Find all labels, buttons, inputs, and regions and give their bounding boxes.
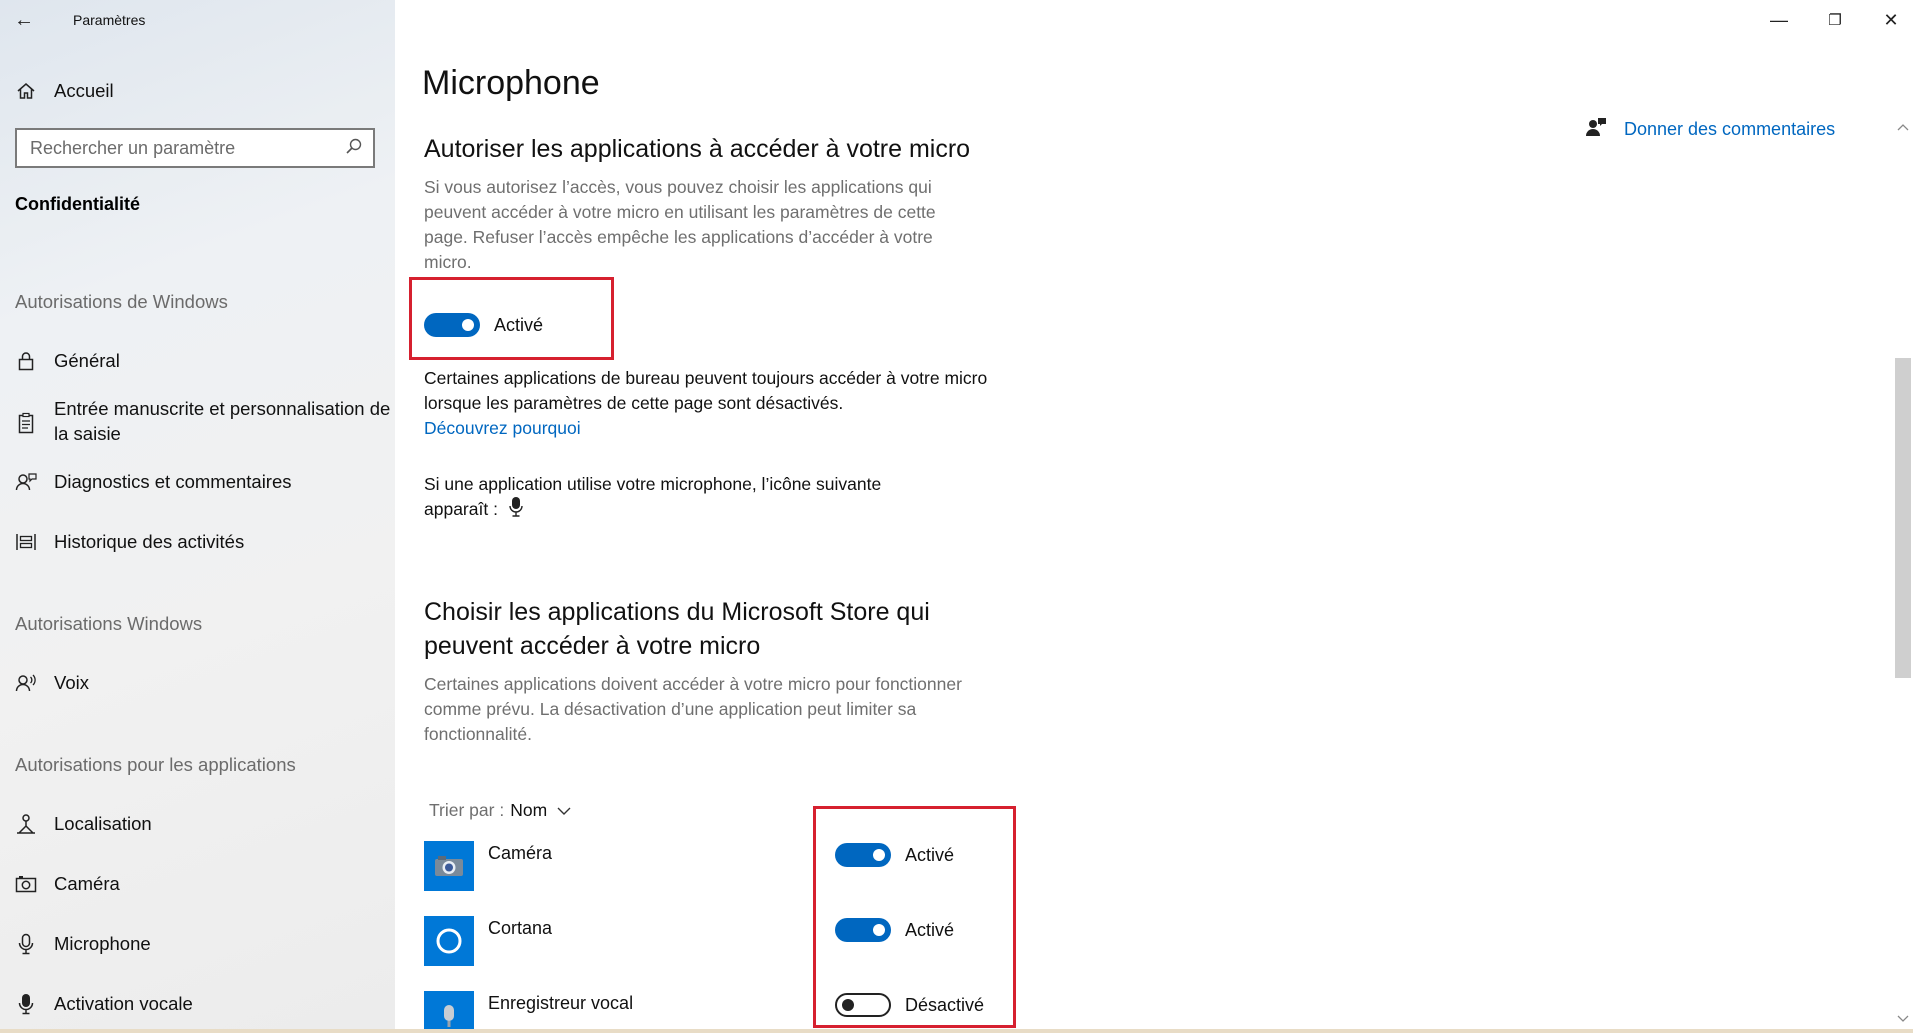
maximize-button[interactable]: ❐ (1807, 0, 1863, 40)
toggle-state-label: Activé (905, 919, 955, 940)
app-row-voice-recorder: Enregistreur vocal (424, 991, 633, 1033)
sidebar-item-general[interactable]: Général (0, 348, 395, 373)
camera-icon (13, 874, 39, 894)
group-title: Autorisations Windows (15, 613, 203, 634)
scroll-down-icon[interactable] (1897, 1010, 1909, 1028)
sidebar-item-inking[interactable]: Entrée manuscrite et personnalisation de… (0, 396, 395, 446)
chevron-down-icon (557, 800, 571, 821)
voice-recorder-icon (424, 991, 474, 1033)
search-icon[interactable] (345, 137, 363, 160)
microphone-indicator-icon (509, 497, 523, 524)
allow-section-description: Si vous autorisez l’accès, vous pouvez c… (424, 177, 936, 272)
sidebar-item-label: Général (54, 350, 120, 371)
minimize-button[interactable]: — (1751, 0, 1807, 40)
voice-activation-icon (13, 993, 39, 1015)
group-title: Autorisations pour les applications (15, 754, 296, 775)
location-icon (13, 813, 39, 835)
learn-why-link[interactable]: Découvrez pourquoi (424, 418, 581, 438)
back-button[interactable]: ← (0, 0, 48, 40)
app-row-camera: Caméra (424, 841, 552, 891)
sidebar-item-home[interactable]: Accueil (0, 78, 395, 103)
sidebar-item-label: Historique des activités (54, 531, 245, 552)
toggle-state-label: Désactivé (905, 994, 985, 1015)
minimize-icon: — (1770, 9, 1788, 30)
app-row-cortana: Cortana (424, 916, 552, 966)
sidebar-item-label: Activation vocale (54, 993, 193, 1014)
main-content: — ❐ ✕ Microphone Donner des commentaires… (395, 0, 1913, 1033)
camera-toggle-row: Activé (835, 843, 954, 867)
sidebar-item-label: Microphone (54, 933, 151, 954)
feedback-person-icon (1585, 116, 1607, 143)
sidebar-item-activity-history[interactable]: Historique des activités (0, 529, 395, 554)
app-title: Paramètres (73, 12, 146, 28)
app-name: Cortana (488, 918, 553, 938)
section-label: Confidentialité (15, 194, 140, 214)
search-box (15, 128, 375, 168)
home-icon (13, 81, 39, 101)
store-heading-line2: peuvent accéder à votre micro (424, 632, 761, 660)
voice-icon (13, 673, 39, 693)
close-button[interactable]: ✕ (1863, 0, 1913, 40)
sidebar-item-camera[interactable]: Caméra (0, 871, 395, 896)
title-bar: ← Paramètres (0, 0, 395, 40)
activity-history-icon (13, 532, 39, 552)
toggle-knob (873, 849, 885, 861)
search-input[interactable] (30, 137, 330, 159)
page-title: Microphone (422, 64, 600, 102)
sidebar-item-voice-activation[interactable]: Activation vocale (0, 991, 395, 1016)
toggle-knob (873, 924, 885, 936)
toggle-knob (842, 999, 854, 1011)
microphone-access-toggle[interactable] (424, 313, 480, 337)
sidebar-item-label: Voix (54, 672, 89, 693)
desktop-apps-note: Certaines applications de bureau peuvent… (424, 366, 994, 441)
sort-prefix: Trier par : (429, 800, 505, 820)
sidebar-item-diagnostics[interactable]: Diagnostics et commentaires (0, 469, 395, 494)
sort-dropdown[interactable]: Trier par : Nom (429, 800, 571, 821)
toggle-knob (462, 319, 474, 331)
feedback-link[interactable]: Donner des commentaires (1585, 116, 1835, 143)
scroll-up-icon[interactable] (1897, 118, 1909, 136)
sidebar-item-label: Localisation (54, 813, 152, 834)
taskbar-edge (0, 1029, 1913, 1033)
sidebar-item-microphone[interactable]: Microphone (0, 931, 395, 956)
lock-icon (13, 351, 39, 371)
cortana-toggle-row: Activé (835, 918, 954, 942)
mic-icon-note-text: Si une application utilise votre microph… (424, 474, 882, 520)
restore-icon: ❐ (1828, 12, 1842, 29)
sidebar-item-label: Diagnostics et commentaires (54, 471, 292, 492)
sidebar-item-label: Caméra (54, 873, 120, 894)
sidebar-item-location[interactable]: Localisation (0, 811, 395, 836)
clipboard-icon (13, 412, 39, 434)
scrollbar[interactable] (1893, 118, 1913, 1028)
sidebar-item-label: Entrée manuscrite et personnalisation de… (54, 398, 391, 444)
sidebar: ← Paramètres Accueil Confidentialité Aut… (0, 0, 395, 1033)
close-icon: ✕ (1883, 9, 1899, 30)
scroll-thumb[interactable] (1895, 358, 1911, 678)
microphone-icon (13, 933, 39, 955)
cortana-icon (424, 916, 474, 966)
sidebar-item-voice[interactable]: Voix (0, 670, 395, 695)
camera-app-icon (424, 841, 474, 891)
camera-toggle[interactable] (835, 843, 891, 867)
app-name: Caméra (488, 843, 553, 863)
store-section-heading: Choisir les applications du Microsoft St… (424, 595, 984, 663)
mic-icon-note: Si une application utilise votre microph… (424, 472, 944, 524)
microphone-access-toggle-row: Activé (424, 313, 543, 337)
voice-recorder-toggle[interactable] (835, 993, 891, 1017)
group-title: Autorisations de Windows (15, 291, 228, 312)
store-heading-line1: Choisir les applications du Microsoft St… (424, 598, 930, 626)
sidebar-item-label: Accueil (54, 80, 114, 101)
toggle-state-label: Activé (494, 314, 544, 335)
sort-value: Nom (510, 800, 548, 820)
app-name: Enregistreur vocal (488, 993, 634, 1013)
store-section-description: Certaines applications doivent accéder à… (424, 674, 962, 744)
person-feedback-icon (13, 472, 39, 492)
cortana-toggle[interactable] (835, 918, 891, 942)
back-arrow-icon: ← (14, 8, 34, 31)
desktop-apps-note-text: Certaines applications de bureau peuvent… (424, 368, 988, 413)
allow-section-heading: Autoriser les applications à accéder à v… (424, 135, 971, 163)
voice-recorder-toggle-row: Désactivé (835, 993, 984, 1017)
toggle-state-label: Activé (905, 844, 955, 865)
feedback-label: Donner des commentaires (1624, 119, 1836, 139)
